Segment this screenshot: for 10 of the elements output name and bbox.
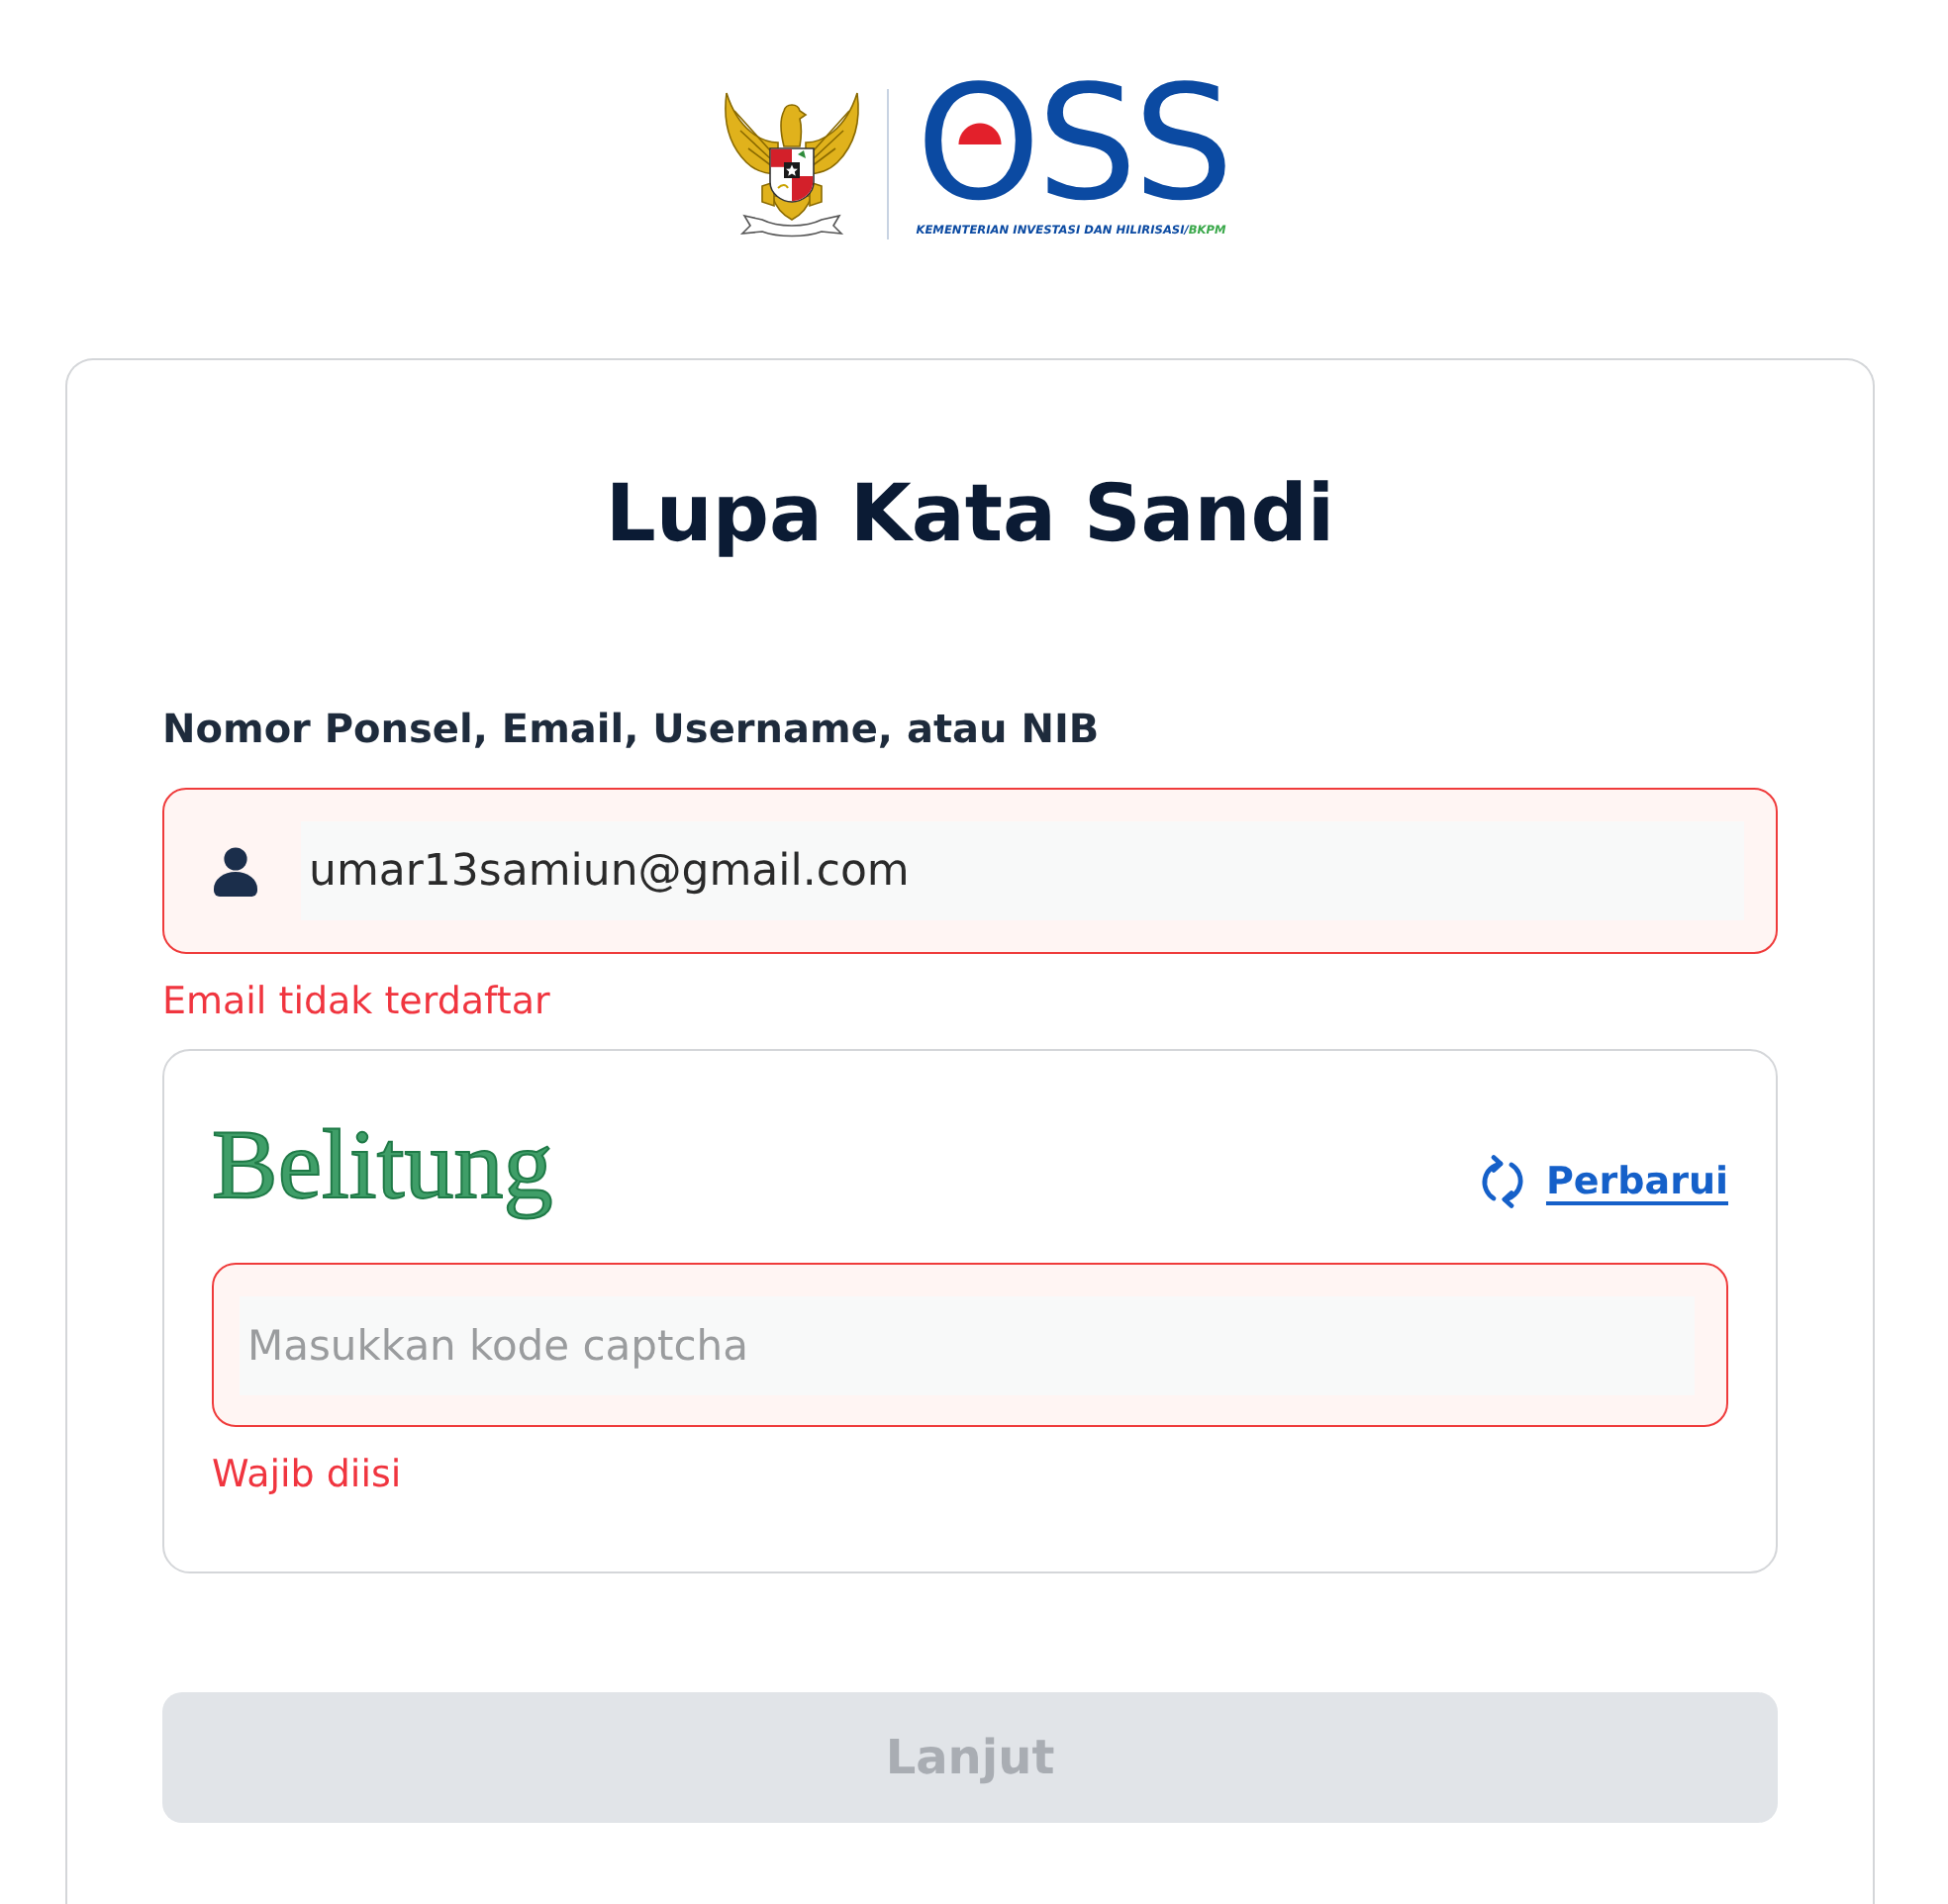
email-field[interactable]: umar13samiun@gmail.com: [162, 788, 1778, 954]
captcha-text: Belitung: [212, 1106, 553, 1223]
person-icon: [214, 846, 257, 896]
page-title: Lupa Kata Sandi: [603, 467, 1337, 562]
error-message: Email tidak terdaftar: [162, 978, 552, 1025]
refresh-captcha-link[interactable]: Perbarui: [1478, 1154, 1728, 1209]
error-message: Wajib diisi: [212, 1451, 404, 1498]
refresh-icon: [1478, 1154, 1526, 1209]
captcha-field[interactable]: Masukkan kode captcha: [212, 1263, 1728, 1427]
field-label: Nomor Ponsel, Email, Username, atau NIB: [162, 705, 1102, 752]
